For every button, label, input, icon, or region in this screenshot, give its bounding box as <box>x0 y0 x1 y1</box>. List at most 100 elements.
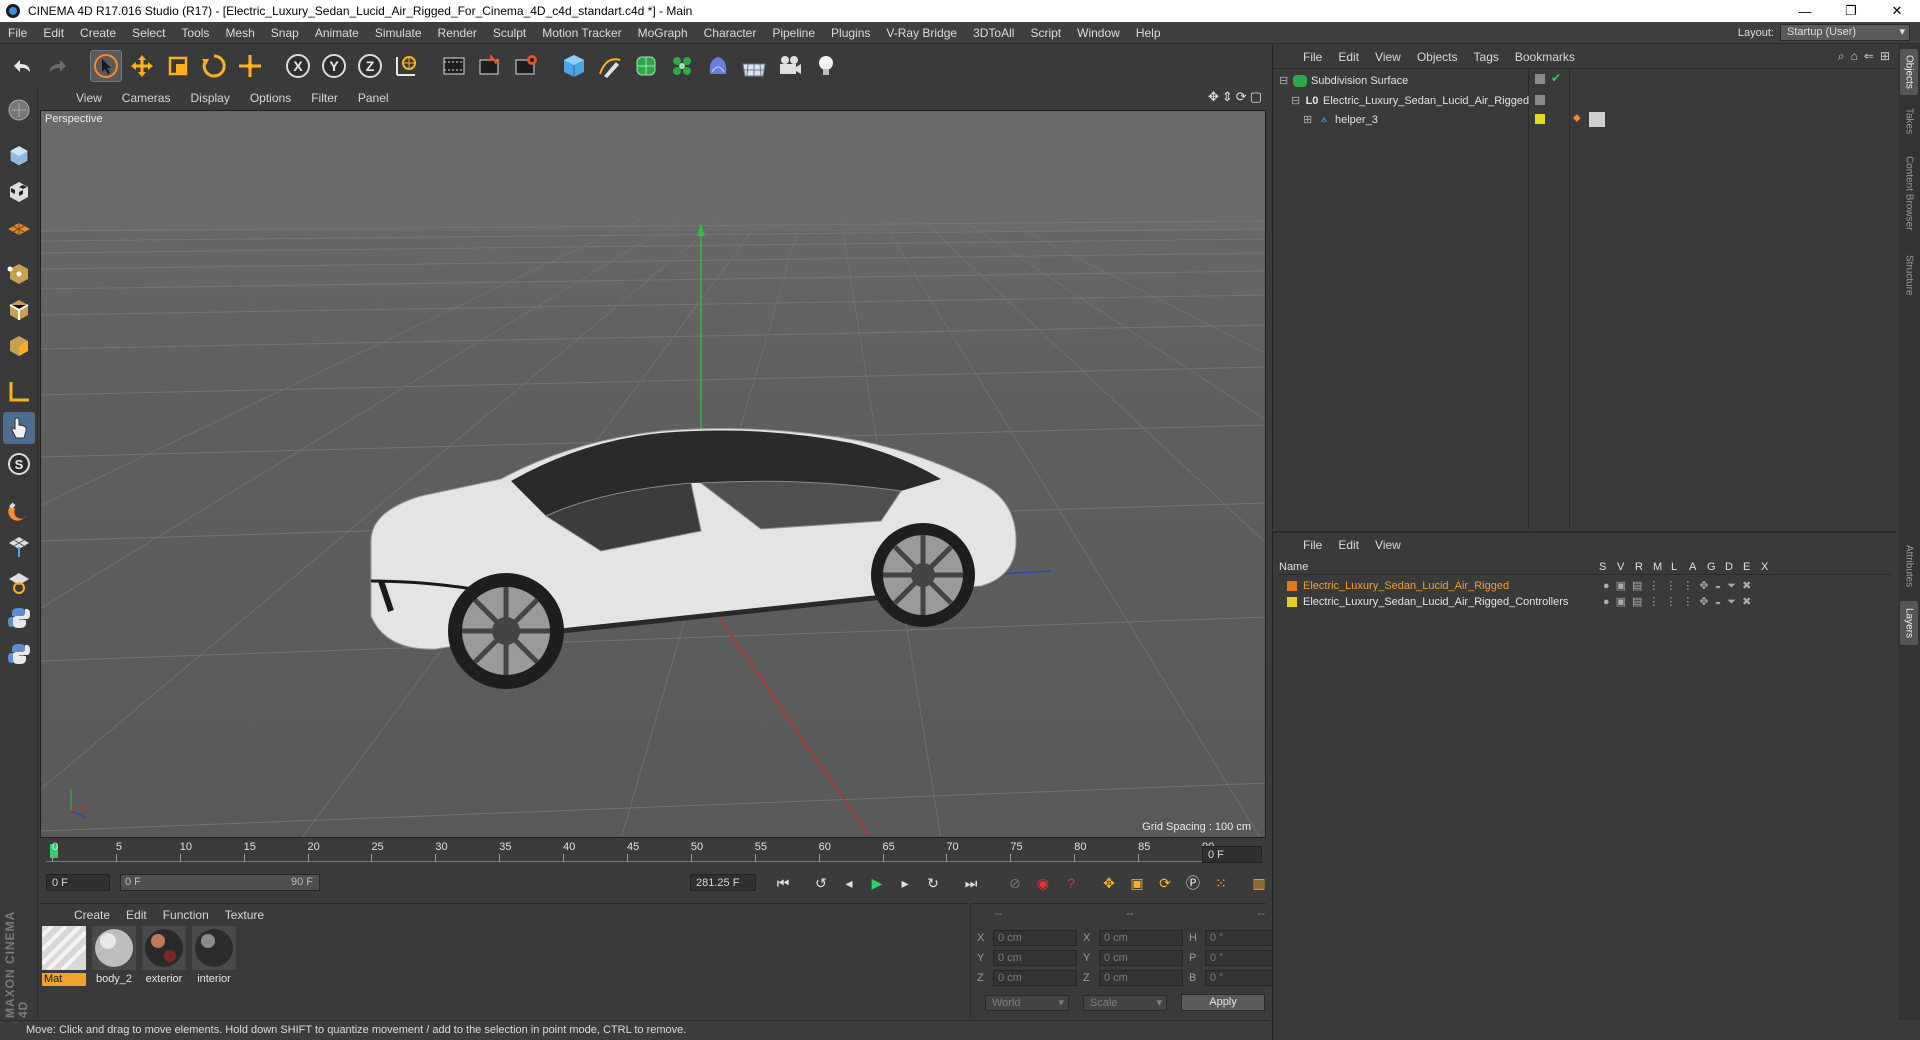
menu-3dtoall[interactable]: 3DToAll <box>965 26 1022 40</box>
tab-structure[interactable]: Structure <box>1900 245 1918 305</box>
tab-takes[interactable]: Takes <box>1900 101 1918 141</box>
position-z-field[interactable]: 0 cm <box>993 970 1077 986</box>
fps-field[interactable]: 281.25 F <box>690 874 756 891</box>
tab-attributes[interactable]: Attributes <box>1900 535 1918 597</box>
rotation-b-field[interactable]: 0 ° <box>1205 970 1275 986</box>
layers-menu-edit[interactable]: Edit <box>1330 538 1367 552</box>
menu-create[interactable]: Create <box>72 26 124 40</box>
menu-snap[interactable]: Snap <box>263 26 307 40</box>
close-button[interactable]: ✕ <box>1874 0 1920 22</box>
object-row[interactable]: ⊟ Subdivision Surface ✔ <box>1273 71 1895 90</box>
collapse-icon[interactable]: ⊟ <box>1279 74 1289 87</box>
light-icon[interactable] <box>810 50 842 82</box>
camera-icon[interactable] <box>774 50 806 82</box>
menu-vray-bridge[interactable]: V-Ray Bridge <box>878 26 965 40</box>
tab-content-browser[interactable]: Content Browser <box>1900 145 1918 241</box>
autokeying-icon[interactable]: ? <box>1058 870 1084 896</box>
objects-menu-tags[interactable]: Tags <box>1466 50 1507 64</box>
record-keys-disabled-icon[interactable]: ⊘ <box>1002 870 1028 896</box>
apply-button[interactable]: Apply <box>1181 994 1265 1011</box>
menu-select[interactable]: Select <box>124 26 173 40</box>
snap-magnet-icon[interactable] <box>3 494 35 526</box>
record-active-objects-icon[interactable]: ◉ <box>1030 870 1056 896</box>
car-model[interactable] <box>370 428 1017 689</box>
menu-render[interactable]: Render <box>430 26 485 40</box>
material-swatch-body-2[interactable]: body_2 <box>92 926 136 985</box>
zoom-view-icon[interactable]: ⇕ <box>1222 89 1233 105</box>
new-window-icon[interactable]: ⊞ <box>1880 49 1890 64</box>
back-icon[interactable]: ⇐ <box>1864 49 1874 64</box>
rotate-icon[interactable] <box>198 50 230 82</box>
layout-select[interactable]: Startup (User) <box>1780 24 1910 41</box>
rotation-p-field[interactable]: 0 ° <box>1205 950 1275 966</box>
layer-color-swatch[interactable] <box>1287 581 1297 591</box>
objects-menu-file[interactable]: File <box>1295 50 1330 64</box>
home-icon[interactable]: ⌂ <box>1851 49 1858 64</box>
menu-simulate[interactable]: Simulate <box>367 26 430 40</box>
polygons-mode-icon[interactable] <box>3 330 35 362</box>
constraint-tag-icon[interactable]: ⬥ <box>1573 112 1581 125</box>
layer-color-icon[interactable] <box>1535 114 1545 124</box>
layer-flags-icons[interactable]: ●▣▤⋮⋮⋮✥◒⏷✖ <box>1603 595 1757 609</box>
model-mode-icon[interactable] <box>3 140 35 172</box>
render-view-icon[interactable] <box>438 50 470 82</box>
make-editable-icon[interactable] <box>3 94 35 126</box>
objects-menu-bookmarks[interactable]: Bookmarks <box>1507 50 1583 64</box>
key-scale-icon[interactable]: ▣ <box>1124 870 1150 896</box>
key-pla-icon[interactable]: ⁙ <box>1208 870 1234 896</box>
texture-tag-icon[interactable] <box>1589 112 1605 127</box>
menu-sculpt[interactable]: Sculpt <box>485 26 534 40</box>
timeline-window-icon[interactable]: ▥ <box>1246 870 1272 896</box>
objects-menu-view[interactable]: View <box>1367 50 1409 64</box>
position-x-field[interactable]: 0 cm <box>993 930 1077 946</box>
x-axis-icon[interactable]: X <box>282 50 314 82</box>
y-axis-icon[interactable]: Y <box>318 50 350 82</box>
key-position-icon[interactable]: ✥ <box>1096 870 1122 896</box>
menu-file[interactable]: File <box>0 26 35 40</box>
floor-icon[interactable] <box>738 50 770 82</box>
previous-keyframe-icon[interactable]: ↺ <box>808 870 834 896</box>
layers-menu-file[interactable]: File <box>1295 538 1330 552</box>
size-x-field[interactable]: 0 cm <box>1099 930 1183 946</box>
menu-motion-tracker[interactable]: Motion Tracker <box>534 26 629 40</box>
key-rotation-icon[interactable]: ⟳ <box>1152 870 1178 896</box>
size-z-field[interactable]: 0 cm <box>1099 970 1183 986</box>
undo-icon[interactable] <box>6 50 38 82</box>
viewport-menu-display[interactable]: Display <box>180 91 239 105</box>
object-row[interactable]: ⊞ ⟑ helper_3 ⬥ <box>1273 110 1895 129</box>
enable-axis-icon[interactable] <box>3 566 35 598</box>
layers-menu-view[interactable]: View <box>1367 538 1409 552</box>
tab-layers[interactable]: Layers <box>1900 601 1918 645</box>
mograph-cloner-icon[interactable] <box>666 50 698 82</box>
coordinate-space-select[interactable]: World <box>985 994 1069 1011</box>
layer-color-swatch[interactable] <box>1287 597 1297 607</box>
edges-mode-icon[interactable] <box>3 294 35 326</box>
world-coordinates-icon[interactable] <box>390 50 422 82</box>
tweak-mode-icon[interactable] <box>2 412 35 444</box>
range-slider[interactable]: 0 F 90 F <box>120 874 320 891</box>
material-menu-create[interactable]: Create <box>66 908 118 922</box>
material-swatch-interior[interactable]: interior <box>192 926 236 985</box>
render-picture-viewer-icon[interactable] <box>474 50 506 82</box>
material-swatch-exterior[interactable]: exterior <box>142 926 186 985</box>
tab-objects[interactable]: Objects <box>1900 49 1918 95</box>
rotate-view-icon[interactable]: ⟳ <box>1236 89 1247 105</box>
next-frame-icon[interactable]: ▸ <box>892 870 918 896</box>
key-parameter-icon[interactable]: Ⓟ <box>1180 870 1206 896</box>
axis-mode-icon[interactable] <box>3 376 35 408</box>
layer-flags-icons[interactable]: ●▣▤⋮⋮⋮✥◒⏷✖ <box>1603 579 1757 593</box>
workplane-icon[interactable] <box>3 212 35 244</box>
edit-render-settings-icon[interactable] <box>510 50 542 82</box>
visibility-toggle-icon[interactable] <box>1535 95 1545 105</box>
material-menu-texture[interactable]: Texture <box>217 908 272 922</box>
timeline-ruler[interactable]: 051015202530354045505560657075808590 0 F <box>40 840 1266 866</box>
move-icon[interactable] <box>126 50 158 82</box>
expand-icon[interactable]: ⊞ <box>1303 113 1313 126</box>
points-mode-icon[interactable] <box>3 258 35 290</box>
viewport-menu-filter[interactable]: Filter <box>301 91 348 105</box>
menu-help[interactable]: Help <box>1128 26 1169 40</box>
grid-snap-icon[interactable] <box>3 530 35 562</box>
menu-mesh[interactable]: Mesh <box>217 26 262 40</box>
python-script-icon[interactable] <box>3 638 35 670</box>
z-axis-icon[interactable]: Z <box>354 50 386 82</box>
